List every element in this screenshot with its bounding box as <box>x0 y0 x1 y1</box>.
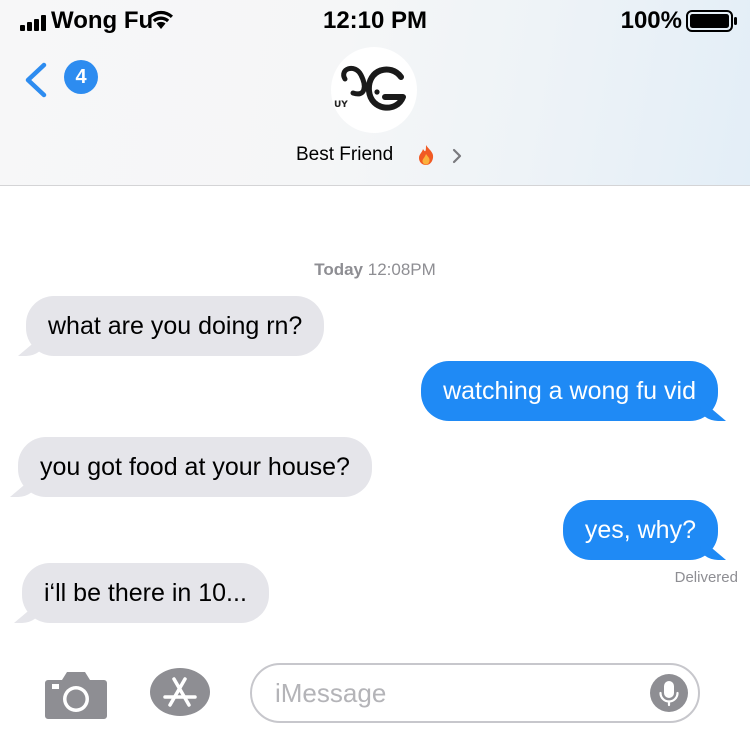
outgoing-message-bubble[interactable]: yes, why? <box>562 500 718 560</box>
battery-percentage: 100% <box>620 7 682 34</box>
delivery-status: Delivered <box>674 569 738 586</box>
unread-count-badge: 4 <box>64 60 98 94</box>
app-store-icon[interactable] <box>149 667 211 717</box>
imessage-input[interactable]: iMessage <box>250 663 700 723</box>
message-timestamp: Today 12:08PM <box>0 260 750 280</box>
contact-avatar[interactable]: UY <box>331 47 417 133</box>
microphone-button[interactable] <box>650 674 688 712</box>
incoming-message-bubble[interactable]: what are you doing rn? <box>26 296 325 356</box>
timestamp-day: Today <box>314 260 364 279</box>
chevron-left-icon <box>25 62 47 98</box>
contact-name: Best Friend <box>296 144 394 165</box>
fire-icon <box>419 145 434 165</box>
incoming-message-bubble[interactable]: i‘ll be there in 10... <box>22 563 269 623</box>
avatar-text: UY <box>334 100 348 110</box>
microphone-icon <box>659 681 679 707</box>
outgoing-message-bubble[interactable]: watching a wong fu vid <box>421 361 718 421</box>
logo-icon: UY <box>334 65 406 111</box>
navigation-header: Wong Fu 12:10 PM 100% 4 UY Best Friend <box>0 0 750 186</box>
chevron-right-icon[interactable] <box>451 148 463 164</box>
battery-icon <box>686 10 737 32</box>
status-bar: Wong Fu 12:10 PM 100% <box>0 0 750 40</box>
camera-icon[interactable] <box>44 668 108 720</box>
incoming-message-bubble[interactable]: you got food at your house? <box>18 437 372 497</box>
contact-name-button[interactable]: Best Friend <box>296 144 434 166</box>
input-placeholder: iMessage <box>275 678 387 708</box>
timestamp-time: 12:08PM <box>367 260 436 279</box>
back-button[interactable]: 4 <box>22 58 100 102</box>
